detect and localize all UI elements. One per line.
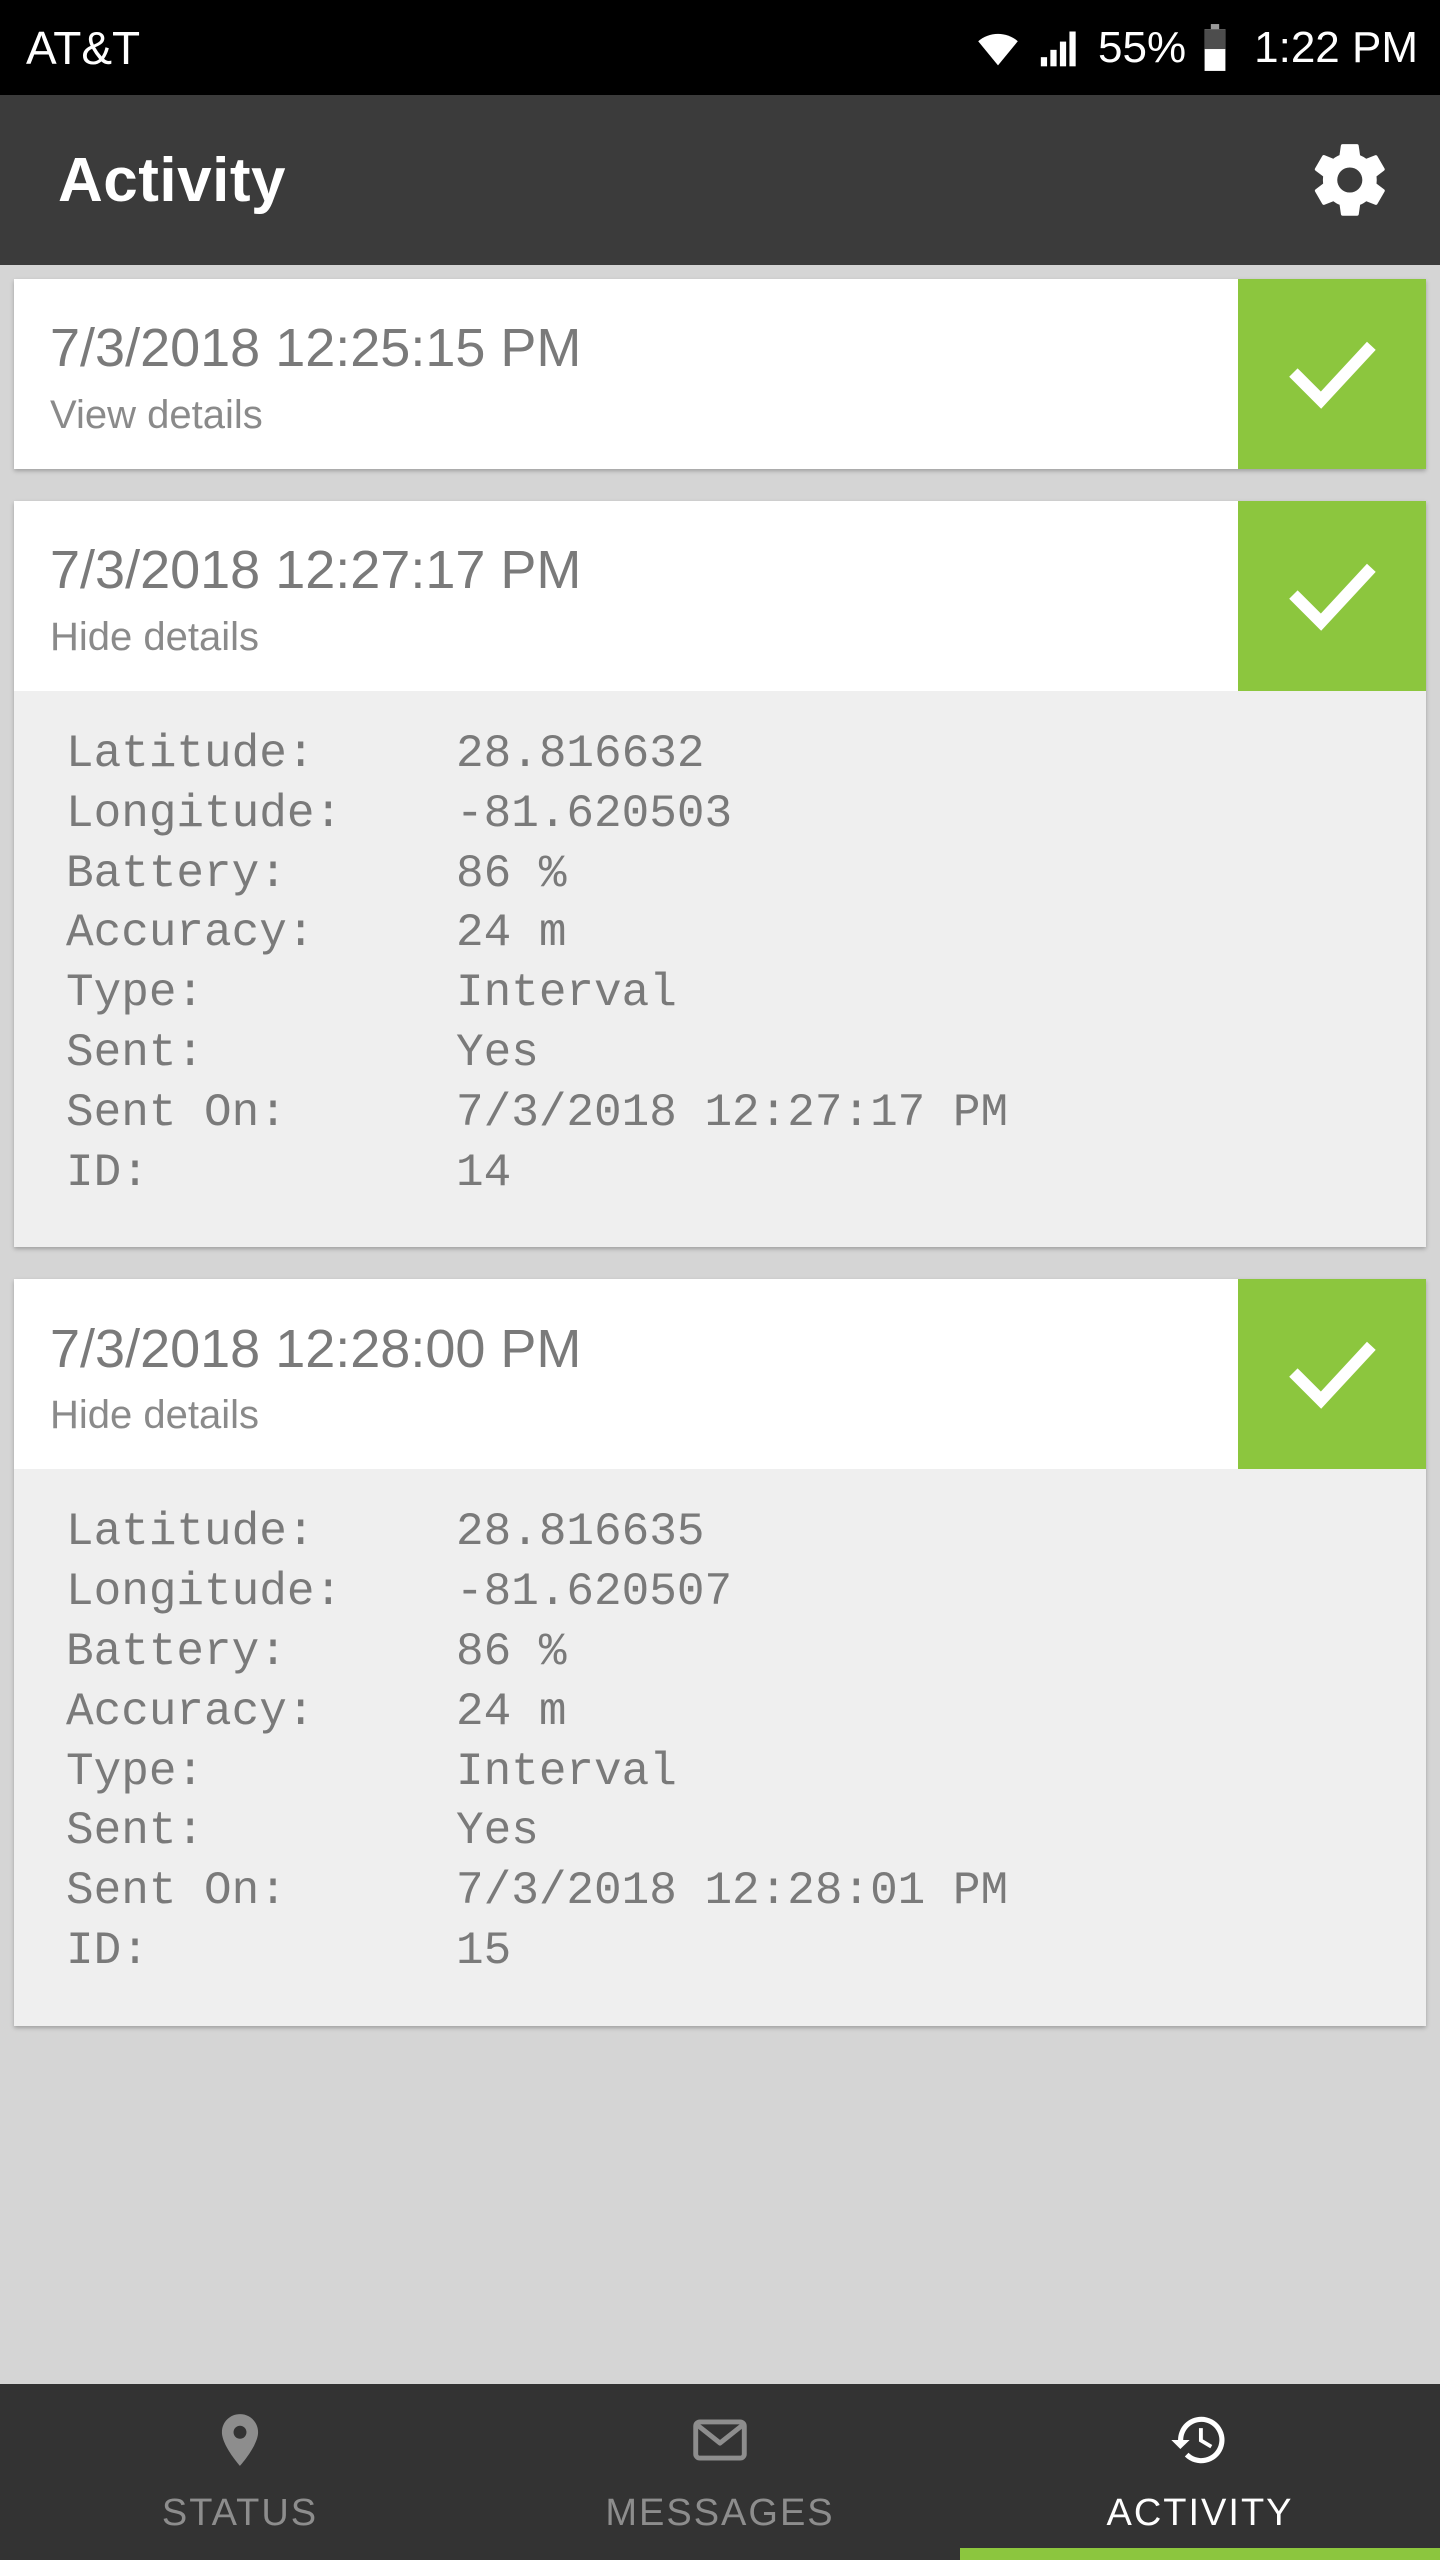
settings-button[interactable] (1302, 132, 1398, 228)
history-icon (1169, 2409, 1231, 2476)
detail-row: ID: 14 (14, 1144, 1426, 1204)
detail-value: 15 (456, 1924, 512, 1977)
detail-value: 86 % (456, 1625, 567, 1678)
activity-card-header[interactable]: 7/3/2018 12:28:00 PM Hide details (14, 1279, 1426, 1470)
sent-status-badge (1238, 279, 1426, 469)
detail-row: Battery: 86 % (14, 845, 1426, 905)
detail-row: Longitude: -81.620503 (14, 785, 1426, 845)
detail-value: -81.620503 (456, 787, 733, 840)
detail-row: Type: Interval (14, 1743, 1426, 1803)
activity-details-panel: Latitude: 28.816635 Longitude: -81.620507 Ba… (14, 1469, 1426, 2026)
check-icon (1289, 563, 1376, 631)
details-toggle-link[interactable]: Hide details (50, 1393, 581, 1438)
detail-value: Interval (456, 1745, 677, 1798)
detail-value: 28.816632 (456, 728, 705, 780)
activity-list[interactable]: 7/3/2018 12:25:15 PM View details 7/3/2018… (0, 265, 1440, 2384)
detail-value: 14 (456, 1146, 512, 1199)
detail-row: Battery: 86 % (14, 1623, 1426, 1683)
detail-value: 7/3/2018 12:28:01 PM (456, 1865, 1009, 1918)
detail-value: 7/3/2018 12:27:17 PM (456, 1086, 1009, 1139)
activity-timestamp: 7/3/2018 12:28:00 PM (50, 1318, 582, 1379)
detail-row: Sent: Yes (14, 1024, 1426, 1084)
carrier-label: AT&T (26, 21, 141, 74)
nav-tab-status[interactable]: STATUS (0, 2384, 480, 2560)
sent-status-badge (1238, 1279, 1426, 1470)
activity-card-header-text: 7/3/2018 12:28:00 PM Hide details (14, 1279, 581, 1469)
activity-card-header-text: 7/3/2018 12:25:15 PM View details (14, 279, 581, 469)
detail-row: Accuracy: 24 m (14, 904, 1426, 964)
detail-label: ID: (66, 1146, 149, 1199)
detail-value: 28.816635 (456, 1506, 705, 1559)
wifi-icon (978, 33, 1018, 65)
detail-label: Type: (66, 967, 205, 1020)
detail-row: Sent: Yes (14, 1802, 1426, 1862)
gear-icon (1314, 144, 1385, 216)
details-toggle-link[interactable]: View details (50, 393, 581, 438)
detail-label: Accuracy: (66, 907, 315, 960)
battery-icon (1204, 23, 1226, 71)
detail-label: Latitude: (66, 728, 315, 780)
app-root: AT&T 55% 1:22 PM Activity 7/3/2018 12:25… (0, 0, 1440, 2560)
nav-tab-label: STATUS (161, 2492, 319, 2534)
envelope-icon (689, 2409, 751, 2476)
detail-row: Latitude: 28.816632 (14, 725, 1426, 785)
nav-tab-messages[interactable]: MESSAGES (480, 2384, 960, 2560)
nav-tab-label: ACTIVITY (1106, 2492, 1294, 2534)
map-pin-icon (209, 2409, 271, 2476)
cellular-signal-icon (1040, 31, 1076, 66)
check-icon (1289, 1342, 1376, 1410)
activity-card[interactable]: 7/3/2018 12:27:17 PM Hide details Latitude… (14, 501, 1426, 1248)
detail-value: Yes (456, 1026, 539, 1079)
nav-tab-activity[interactable]: ACTIVITY (960, 2384, 1440, 2560)
sent-status-badge (1238, 501, 1426, 691)
detail-label: Battery: (66, 1625, 287, 1678)
bottom-navigation: STATUS MESSAGES ACTIVITY (0, 2384, 1440, 2560)
detail-value: 86 % (456, 847, 567, 900)
detail-row: Sent On: 7/3/2018 12:28:01 PM (14, 1862, 1426, 1922)
detail-label: Sent: (66, 1026, 205, 1079)
system-status-bar: AT&T 55% 1:22 PM (0, 0, 1440, 95)
detail-row: Accuracy: 24 m (14, 1683, 1426, 1743)
activity-timestamp: 7/3/2018 12:27:17 PM (50, 540, 582, 601)
detail-value: Yes (456, 1805, 539, 1858)
detail-row: Sent On: 7/3/2018 12:27:17 PM (14, 1084, 1426, 1144)
check-icon (1289, 341, 1376, 409)
detail-value: -81.620507 (456, 1566, 733, 1619)
detail-label: Sent On: (66, 1086, 287, 1139)
activity-card-header-text: 7/3/2018 12:27:17 PM Hide details (14, 501, 581, 691)
detail-label: Type: (66, 1745, 205, 1798)
details-toggle-link[interactable]: Hide details (50, 615, 581, 660)
detail-value: 24 m (456, 907, 567, 960)
detail-value: 24 m (456, 1685, 567, 1738)
detail-label: Longitude: (66, 787, 343, 840)
detail-value: Interval (456, 967, 677, 1020)
status-bar-icons: 55% 1:22 PM (972, 23, 1418, 73)
detail-row: Latitude: 28.816635 (14, 1503, 1426, 1563)
detail-label: Sent: (66, 1805, 205, 1858)
activity-card-header[interactable]: 7/3/2018 12:25:15 PM View details (14, 279, 1426, 469)
detail-label: Latitude: (66, 1506, 315, 1559)
detail-label: Sent On: (66, 1865, 287, 1918)
app-bar: Activity (0, 95, 1440, 265)
page-title: Activity (58, 145, 286, 215)
active-tab-indicator (960, 2548, 1440, 2560)
history-icon (1171, 2416, 1225, 2464)
detail-label: ID: (66, 1924, 149, 1977)
activity-details-panel: Latitude: 28.816632 Longitude: -81.620503 Ba… (14, 691, 1426, 1248)
detail-label: Battery: (66, 847, 287, 900)
detail-label: Accuracy: (66, 1685, 315, 1738)
map-pin-icon (221, 2414, 259, 2466)
activity-card[interactable]: 7/3/2018 12:28:00 PM Hide details Latitude… (14, 1279, 1426, 2026)
detail-row: ID: 15 (14, 1922, 1426, 1982)
battery-percent-label: 55% (1098, 22, 1187, 72)
detail-row: Type: Interval (14, 964, 1426, 1024)
detail-row: Longitude: -81.620507 (14, 1563, 1426, 1623)
detail-label: Longitude: (66, 1566, 343, 1619)
clock-label: 1:22 PM (1254, 22, 1418, 72)
envelope-icon (693, 2419, 747, 2461)
activity-timestamp: 7/3/2018 12:25:15 PM (50, 318, 582, 379)
activity-card-header[interactable]: 7/3/2018 12:27:17 PM Hide details (14, 501, 1426, 691)
nav-tab-label: MESSAGES (605, 2492, 835, 2534)
activity-card[interactable]: 7/3/2018 12:25:15 PM View details (14, 279, 1426, 469)
